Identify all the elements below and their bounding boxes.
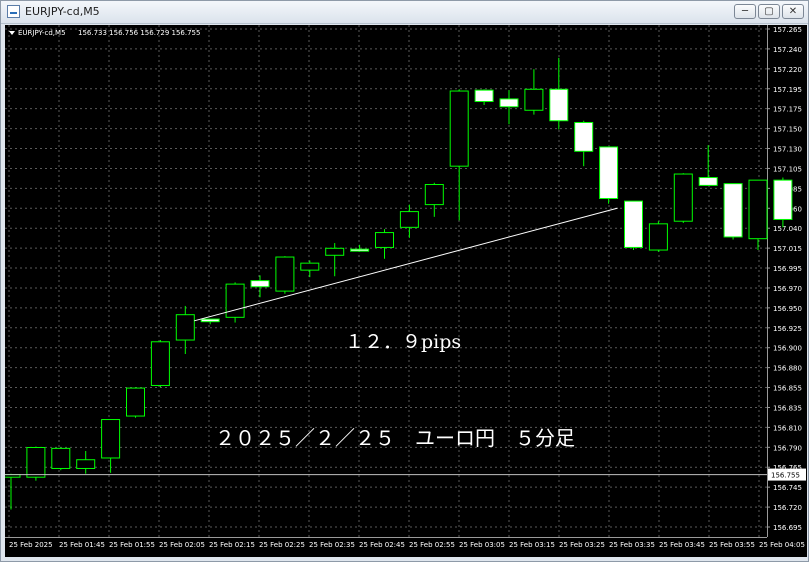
chart-header: EURJPY-cd,M5 156.733 156.756 156.729 156… (9, 29, 200, 37)
candle-bull (375, 232, 394, 248)
candle-bull (424, 184, 444, 206)
price-tick-label: 156.925 (773, 325, 802, 333)
candle-bear (474, 89, 494, 103)
candle-bull (673, 173, 693, 222)
candlestick-chart[interactable]: 157.265 157.240 157.220 157.195 157.175 157.1… (1, 25, 807, 557)
chart-app-icon (7, 5, 20, 18)
pips-annotation: １２．９pips (345, 331, 461, 353)
restore-button[interactable]: ▢ (758, 4, 780, 19)
price-tick-label: 156.970 (773, 285, 802, 293)
caption-annotation: ２０２５／２／２５ ユーロ円 ５分足 (215, 426, 575, 450)
candle-bull (26, 446, 46, 478)
price-tick-label: 156.995 (773, 265, 802, 273)
price-tick-label: 157.105 (773, 165, 802, 173)
candle-bull (101, 419, 121, 459)
time-tick-label: 25 Feb 03:05 (459, 541, 505, 549)
price-tick-label: 156.835 (773, 404, 802, 412)
candle-bull (175, 314, 195, 341)
price-tick-label: 157.040 (773, 225, 802, 233)
candle-bear (698, 177, 718, 186)
time-tick-label: 25 Feb 03:35 (609, 541, 655, 549)
candle-bull (325, 247, 345, 256)
time-tick-label: 25 Feb 01:45 (59, 541, 105, 549)
candle-bull (300, 262, 320, 271)
candle-bull (126, 387, 145, 417)
time-tick-label: 25 Feb 03:45 (659, 541, 705, 549)
time-tick-label: 25 Feb 02:55 (409, 541, 455, 549)
candle-bear (599, 146, 619, 199)
candle-bear (250, 280, 270, 288)
candle-bull (449, 90, 469, 167)
chart-window: EURJPY-cd,M5 ─ ▢ ✕ 157.265 157.240 157.220… (0, 0, 809, 562)
time-tick-label: 25 Feb 03:55 (709, 541, 755, 549)
time-tick-label: 25 Feb 02:25 (259, 541, 305, 549)
chart-background (5, 25, 807, 557)
chart-symbol: EURJPY-cd,M5 (18, 29, 66, 37)
price-tick-label: 156.745 (773, 484, 802, 492)
candle-bull (648, 223, 668, 251)
chart-area[interactable]: 157.265 157.240 157.220 157.195 157.175 157.1… (1, 25, 807, 557)
candle-bear (499, 98, 519, 108)
candle-bull (275, 256, 295, 292)
price-tick-label: 156.810 (773, 424, 802, 432)
candle-bull (225, 283, 245, 318)
price-tick-label: 157.220 (773, 66, 802, 74)
time-tick-label: 25 Feb 03:15 (509, 541, 555, 549)
price-tick-label: 157.130 (773, 146, 802, 154)
time-tick-label: 25 Feb 04:05 (759, 541, 805, 549)
price-tick-label: 156.720 (773, 504, 802, 512)
price-tick-label: 157.175 (773, 106, 802, 114)
price-tick-label: 156.855 (773, 385, 802, 393)
time-tick-label: 25 Feb 02:05 (159, 541, 205, 549)
time-tick-label: 25 Feb 02:15 (209, 541, 255, 549)
price-tick-label: 156.695 (773, 524, 802, 532)
time-tick-label: 25 Feb 2025 (9, 541, 53, 549)
candle-bear (350, 248, 370, 252)
time-tick-label: 25 Feb 01:55 (109, 541, 155, 549)
candle-bull (150, 341, 170, 386)
minimize-button[interactable]: ─ (734, 4, 756, 19)
candle-bull (76, 459, 96, 469)
price-tick-label: 156.950 (773, 305, 802, 313)
price-tick-label: 157.015 (773, 245, 802, 253)
price-tick-label: 157.265 (773, 26, 802, 34)
candle-bull (51, 447, 71, 469)
price-tick-label: 157.150 (773, 126, 802, 134)
close-button[interactable]: ✕ (782, 4, 804, 19)
title-bar[interactable]: EURJPY-cd,M5 ─ ▢ ✕ (1, 1, 808, 24)
candle-bear (723, 183, 743, 238)
candle-bull (748, 179, 768, 240)
candle-bull (524, 88, 544, 111)
price-tick-label: 157.240 (773, 46, 802, 54)
candle-bear (773, 179, 793, 220)
candle-bull (399, 211, 419, 228)
time-tick-label: 25 Feb 02:45 (359, 541, 405, 549)
current-price-label: 156.755 (771, 472, 800, 480)
price-tick-label: 156.900 (773, 345, 802, 353)
candle-bear (200, 318, 220, 323)
candle-bear (574, 121, 594, 152)
price-tick-label: 156.790 (773, 444, 802, 452)
candle-bear (549, 88, 569, 122)
time-tick-label: 25 Feb 02:35 (309, 541, 355, 549)
price-tick-label: 156.880 (773, 365, 802, 373)
chart-quotes: 156.733 156.756 156.729 156.755 (78, 29, 200, 37)
time-tick-label: 25 Feb 03:25 (559, 541, 605, 549)
candle-bear (624, 200, 643, 248)
window-title: EURJPY-cd,M5 (25, 5, 100, 18)
price-tick-label: 157.195 (773, 86, 802, 94)
